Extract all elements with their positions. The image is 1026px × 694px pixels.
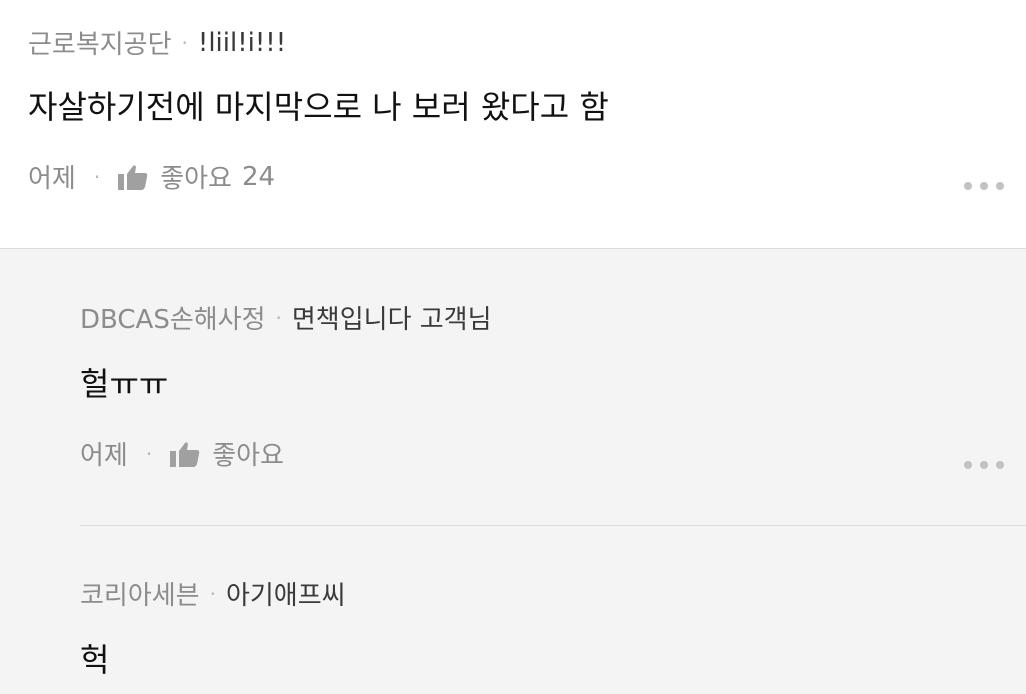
meta-separator: · xyxy=(181,30,188,55)
comment-time: 어제 xyxy=(28,164,76,194)
reply-text: 헉 xyxy=(80,641,110,679)
reply-author[interactable]: DBCAS손해사정 xyxy=(80,299,266,336)
reply-meta: DBCAS손해사정 · 면책입니다 고객님 xyxy=(80,299,492,336)
like-button[interactable]: 좋아요 xyxy=(170,435,284,472)
more-dots-icon xyxy=(964,461,972,469)
like-count: 24 xyxy=(241,161,276,192)
reply-subname: 아기애프씨 xyxy=(225,581,346,611)
replies-section: DBCAS손해사정 · 면책입니다 고객님 헐ㅠㅠ 어제 · 좋아요 코리아세븐… xyxy=(0,248,1026,694)
like-label: 좋아요 xyxy=(160,164,232,194)
comment-meta: 근로복지공단 · !liil!i!!! xyxy=(28,24,286,61)
reply-text: 헐ㅠㅠ xyxy=(80,365,169,403)
reply-subname: 면책입니다 고객님 xyxy=(291,305,492,335)
more-dots-icon xyxy=(964,182,972,190)
comment-author[interactable]: 근로복지공단 xyxy=(28,24,172,61)
reply-author[interactable]: 코리아세븐 xyxy=(80,575,200,612)
reply-actions: 어제 · 좋아요 xyxy=(80,435,284,472)
action-separator: · xyxy=(93,164,101,189)
thumbs-up-icon xyxy=(170,441,200,467)
comment-actions: 어제 · 좋아요 24 xyxy=(28,158,275,195)
reply-meta: 코리아세븐 · 아기애프씨 xyxy=(80,575,346,612)
comment-subname: !liil!i!!! xyxy=(197,27,287,58)
thumbs-up-icon xyxy=(118,164,148,190)
like-button[interactable]: 좋아요 24 xyxy=(118,158,275,195)
meta-separator: · xyxy=(275,305,282,330)
meta-separator: · xyxy=(209,581,216,606)
more-options-button[interactable] xyxy=(964,459,1004,471)
comment-text: 자살하기전에 마지막으로 나 보러 왔다고 함 xyxy=(28,88,609,126)
action-separator: · xyxy=(145,441,153,466)
comment: 근로복지공단 · !liil!i!!! 자살하기전에 마지막으로 나 보러 왔다… xyxy=(0,0,1026,248)
like-label: 좋아요 xyxy=(212,441,284,471)
reply-divider xyxy=(80,525,1026,526)
reply-time: 어제 xyxy=(80,441,128,471)
more-options-button[interactable] xyxy=(964,180,1004,192)
